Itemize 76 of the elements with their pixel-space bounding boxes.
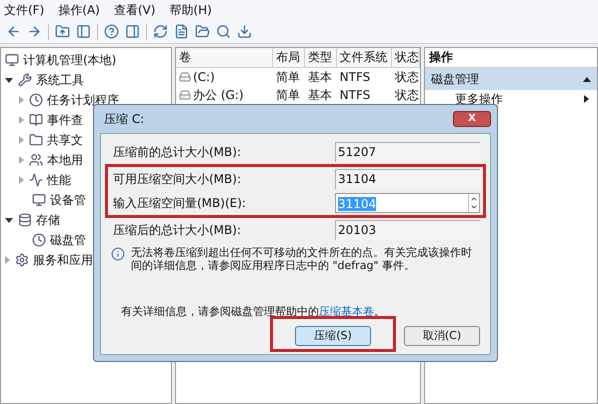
- table-cell-text: 状态: [395, 87, 420, 104]
- tree-node-icon: [29, 93, 43, 107]
- section-header[interactable]: 磁盘管理: [425, 68, 597, 90]
- toolbar-icon[interactable]: [125, 24, 140, 39]
- tree-node-icon: [18, 213, 32, 227]
- computer-icon: [5, 53, 19, 67]
- table-cell-text: 简单: [276, 69, 300, 86]
- field-label: 可用压缩空间大小(MB):: [112, 170, 242, 188]
- toolbar-icon[interactable]: [27, 24, 42, 39]
- column-header[interactable]: 文件系统: [336, 48, 392, 67]
- toolbar-icon[interactable]: [216, 24, 231, 39]
- tree-item[interactable]: 共享文: [47, 131, 83, 149]
- table-cell-text: 简单: [276, 87, 300, 104]
- info-icon: [111, 246, 125, 261]
- table-cell-text: 基本: [308, 69, 332, 86]
- tree-node-icon: [29, 133, 43, 147]
- tree-item[interactable]: 计算机管理(本地): [23, 51, 116, 69]
- dialog-button[interactable]: 取消(C): [404, 326, 480, 346]
- toolbar-icon[interactable]: [153, 24, 168, 39]
- tree-node-icon: [29, 113, 43, 127]
- help-link[interactable]: 压缩基本卷: [319, 304, 374, 318]
- table-cell-text: 基本: [308, 87, 332, 104]
- table-cell-text: (C:): [193, 69, 215, 86]
- menu-item[interactable]: 文件(F): [4, 1, 44, 19]
- tree-item[interactable]: 服务和应用: [33, 251, 93, 269]
- tree-item[interactable]: 设备管: [50, 191, 86, 209]
- readonly-value: 20103: [335, 220, 480, 240]
- help-text: 有关详细信息，请参阅磁盘管理帮助中的: [121, 304, 319, 318]
- dialog-button[interactable]: 压缩(S): [295, 326, 371, 346]
- collapse-triangle-icon[interactable]: [583, 76, 591, 82]
- tree-node-icon: [29, 173, 43, 187]
- table-cell-text: NTFS: [340, 69, 370, 86]
- column-header[interactable]: 类型: [304, 48, 337, 67]
- table-cell-text: 状态: [395, 69, 420, 86]
- tree-item[interactable]: 本地用: [47, 151, 83, 169]
- spin-arrows-icon[interactable]: [468, 194, 479, 212]
- tree-node-icon: [32, 193, 46, 207]
- menu-item[interactable]: 操作(A): [58, 1, 100, 19]
- tree-item[interactable]: 性能: [47, 171, 71, 189]
- help-text-end: 。: [374, 304, 385, 318]
- tree-item[interactable]: 系统工具: [36, 71, 84, 89]
- toolbar-icon[interactable]: [55, 24, 70, 39]
- column-header[interactable]: 卷: [176, 48, 274, 67]
- table-cell-text: 办公 (G:): [193, 87, 244, 104]
- expanded-triangle-icon[interactable]: [5, 218, 13, 222]
- tree-item[interactable]: 事件查: [47, 111, 83, 129]
- field-label: 输入压缩空间量(MB)(E):: [112, 194, 247, 212]
- menu-item[interactable]: 帮助(H): [169, 1, 212, 19]
- tree-node-icon: [29, 153, 43, 167]
- dialog-title: 压缩 C:: [103, 110, 144, 128]
- toolbar-icon[interactable]: [6, 24, 21, 39]
- field-label: 压缩后的总计大小(MB):: [112, 222, 242, 239]
- column-header[interactable]: 布局: [273, 48, 305, 67]
- submenu-triangle-icon: [584, 95, 589, 103]
- toolbar-icon[interactable]: [76, 24, 91, 39]
- tree-node-icon: [15, 253, 29, 267]
- info-message: 无法将卷压缩到超出任何不可移动的文件所在的点。有关完成该操作时间的详细信息，请参阅应用程序日志中的 "defrag" 事件。: [131, 246, 473, 272]
- menu-item[interactable]: 查看(V): [114, 1, 156, 19]
- toolbar-icon[interactable]: [174, 24, 189, 39]
- table-cell-text: NTFS: [340, 87, 370, 104]
- drive-icon: [179, 71, 191, 83]
- expanded-triangle-icon[interactable]: [5, 78, 13, 82]
- tree-item[interactable]: 磁盘管: [50, 231, 86, 249]
- readonly-value: 31104: [335, 168, 480, 189]
- toolbar-icon[interactable]: [195, 24, 210, 39]
- toolbar-icon[interactable]: [237, 24, 252, 39]
- drive-icon: [179, 89, 191, 101]
- toolbar-icon[interactable]: [104, 24, 119, 39]
- close-button[interactable]: X: [453, 110, 491, 127]
- column-header[interactable]: 状态: [392, 48, 420, 67]
- selected-value: 31104: [338, 196, 376, 211]
- tree-node-icon: [18, 73, 32, 87]
- field-label: 压缩前的总计大小(MB):: [112, 144, 242, 161]
- tree-item[interactable]: 存储: [36, 211, 60, 229]
- tree-node-icon: [32, 233, 46, 247]
- readonly-value: 51207: [335, 142, 480, 162]
